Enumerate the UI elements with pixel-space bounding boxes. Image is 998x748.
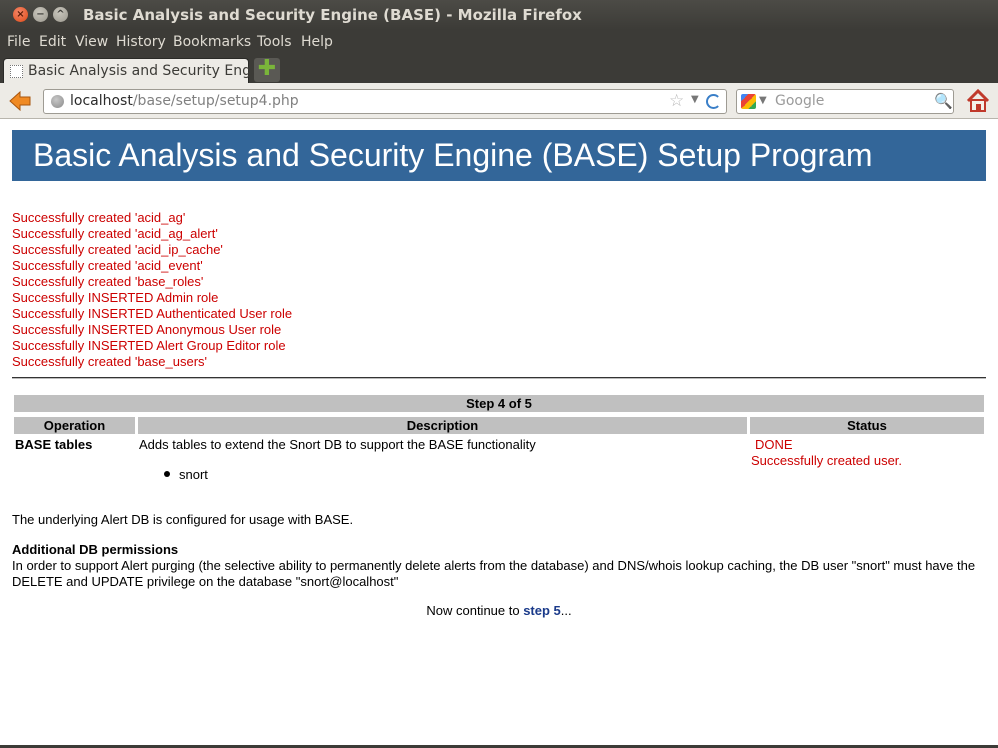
tab-base-setup[interactable]: Basic Analysis and Security Eng... <box>3 58 264 83</box>
tab-bar: Basic Analysis and Security Eng... ✚ <box>0 55 998 83</box>
menu-view[interactable]: View <box>75 34 108 50</box>
close-window-button[interactable]: × <box>13 7 28 22</box>
menu-help[interactable]: Help <box>301 34 333 50</box>
message-line: Successfully created 'acid_ip_cache' <box>12 242 223 257</box>
url-path: /base/setup/setup4.php <box>132 93 299 109</box>
navigation-toolbar: localhost/base/setup/setup4.php ☆ ▼ ▼ Go… <box>0 83 998 119</box>
home-icon[interactable] <box>965 88 991 114</box>
menu-file[interactable]: File <box>7 34 30 50</box>
message-line: Successfully INSERTED Admin role <box>12 290 219 305</box>
configured-notice: The underlying Alert DB is configured fo… <box>12 512 354 527</box>
continue-line: Now continue to step 5... <box>0 603 998 618</box>
operation-cell: BASE tables <box>15 437 93 452</box>
permissions-text: In order to support Alert purging (the s… <box>12 558 976 589</box>
message-line: Successfully INSERTED Authenticated User… <box>12 306 293 321</box>
back-arrow-icon[interactable] <box>9 91 31 111</box>
menu-tools[interactable]: Tools <box>257 34 292 50</box>
step-5-link[interactable]: step 5 <box>523 603 561 618</box>
minimize-window-button[interactable]: − <box>33 7 48 22</box>
google-engine-icon[interactable] <box>741 94 756 109</box>
column-header-operation: Operation <box>14 417 135 434</box>
url-host: localhost <box>70 93 133 109</box>
message-line: Successfully INSERTED Alert Group Editor… <box>12 338 286 353</box>
search-engine-dropdown-icon[interactable]: ▼ <box>759 95 767 106</box>
status-message: Successfully created user. <box>751 453 903 468</box>
message-line: Successfully created 'base_users' <box>12 354 208 369</box>
search-bar[interactable]: ▼ Google 🔍 <box>736 89 954 114</box>
plus-icon: ✚ <box>257 56 277 81</box>
menu-bookmarks[interactable]: Bookmarks <box>173 34 251 50</box>
reload-icon[interactable] <box>706 94 721 109</box>
url-history-dropdown-icon[interactable]: ▼ <box>691 94 699 105</box>
divider <box>12 377 986 379</box>
message-line: Successfully created 'acid_event' <box>12 258 203 273</box>
page-title: Basic Analysis and Security Engine (BASE… <box>12 130 986 181</box>
maximize-icon: ^ <box>56 9 65 20</box>
menu-history[interactable]: History <box>116 34 166 50</box>
message-line: Successfully INSERTED Anonymous User rol… <box>12 322 282 337</box>
globe-icon <box>51 95 64 108</box>
window-title: Basic Analysis and Security Engine (BASE… <box>83 6 582 24</box>
window-titlebar: × − ^ Basic Analysis and Security Engine… <box>0 0 998 30</box>
status-done: DONE <box>755 437 793 452</box>
maximize-window-button[interactable]: ^ <box>53 7 68 22</box>
page-favicon-icon <box>10 65 23 78</box>
step-indicator: Step 4 of 5 <box>14 395 984 412</box>
search-input[interactable]: Google <box>775 93 824 109</box>
status-messages: Successfully created 'acid_ag' Successfu… <box>12 210 292 370</box>
page-content: Basic Analysis and Security Engine (BASE… <box>0 119 998 745</box>
column-header-description: Description <box>138 417 747 434</box>
close-icon: × <box>16 9 25 20</box>
menu-bar: File Edit View History Bookmarks Tools H… <box>0 30 998 55</box>
bookmark-star-icon[interactable]: ☆ <box>669 91 684 111</box>
continue-prefix: Now continue to <box>426 603 524 618</box>
column-header-status: Status <box>750 417 984 434</box>
database-list-item: snort <box>179 467 208 482</box>
search-icon[interactable]: 🔍 <box>934 92 953 110</box>
url-text[interactable]: localhost/base/setup/setup4.php <box>70 93 299 109</box>
permissions-heading: Additional DB permissions <box>12 542 179 557</box>
menu-edit[interactable]: Edit <box>39 34 66 50</box>
tab-title: Basic Analysis and Security Eng... <box>28 63 265 79</box>
continue-suffix: ... <box>560 603 572 618</box>
minimize-icon: − <box>36 9 45 20</box>
bullet-icon <box>164 471 170 477</box>
description-cell: Adds tables to extend the Snort DB to su… <box>139 437 536 452</box>
message-line: Successfully created 'acid_ag_alert' <box>12 226 218 241</box>
message-line: Successfully created 'base_roles' <box>12 274 204 289</box>
message-line: Successfully created 'acid_ag' <box>12 210 186 225</box>
url-bar[interactable]: localhost/base/setup/setup4.php ☆ ▼ <box>43 89 727 114</box>
new-tab-button[interactable]: ✚ <box>254 58 280 82</box>
